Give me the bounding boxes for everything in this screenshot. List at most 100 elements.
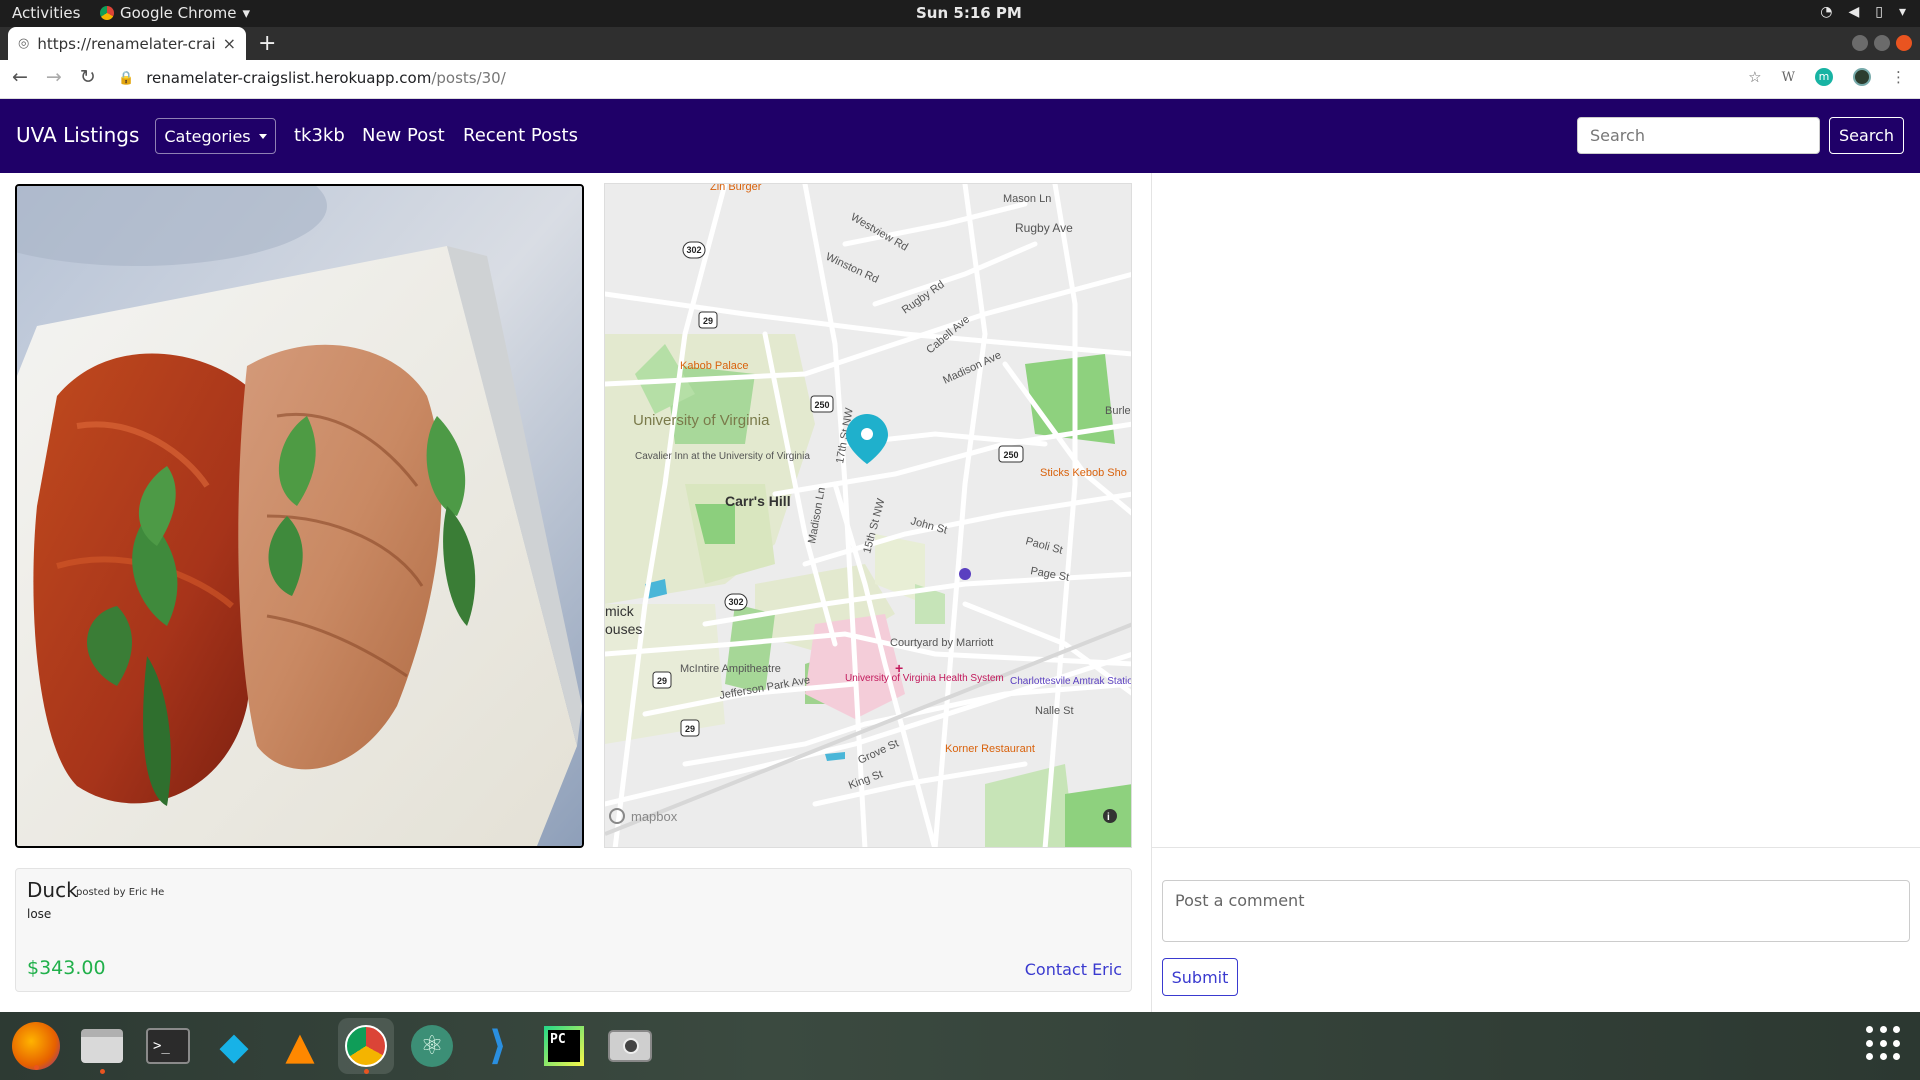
sidebar-divider — [1151, 173, 1152, 1012]
comment-input[interactable] — [1162, 880, 1910, 942]
submit-comment-button[interactable]: Submit — [1162, 958, 1238, 996]
chevron-down-icon: ▾ — [242, 4, 251, 22]
url-host: renamelater-craigslist.herokuapp.com — [146, 69, 432, 87]
listing-photo — [15, 184, 584, 848]
map-label-houses: ouses — [605, 621, 642, 637]
chevron-down-icon: ▾ — [1898, 4, 1906, 20]
brand-link[interactable]: UVA Listings — [16, 123, 139, 147]
nav-link-recent-posts[interactable]: Recent Posts — [463, 125, 578, 146]
map-label-kabob-palace: Kabob Palace — [680, 360, 749, 372]
hospital-icon: + — [895, 660, 903, 676]
listing-description: lose — [27, 907, 52, 921]
app-menu[interactable]: Google Chrome ▾ — [100, 4, 250, 22]
window-controls — [1852, 35, 1912, 51]
browser-nav: ← → ↻ — [12, 66, 96, 88]
listing-title: Duck — [27, 878, 78, 902]
wifi-icon: ◔ — [1820, 4, 1833, 20]
clock[interactable]: Sun 5:16 PM — [916, 4, 1022, 22]
route-shield-29-bus: 29 — [685, 724, 695, 734]
map-canvas[interactable]: 302 29 250 250 302 29 29 Zin Burger Maso… — [605, 184, 1132, 848]
map-label-uva-health: University of Virginia Health System — [845, 673, 1004, 684]
route-shield-302-south: 302 — [728, 597, 743, 607]
map-label-korner: Korner Restaurant — [945, 743, 1035, 755]
url-field[interactable]: 🔒 renamelater-craigslist.herokuapp.com/p… — [118, 69, 506, 87]
route-shield-302: 302 — [686, 245, 701, 255]
battery-icon: ▯ — [1875, 4, 1883, 20]
chrome-icon[interactable] — [338, 1018, 394, 1074]
activities-button[interactable]: Activities — [12, 4, 80, 22]
listing-card: Duck posted by Eric He lose $343.00 Cont… — [15, 868, 1132, 992]
duck-dish-image — [17, 186, 582, 846]
map-label-university: University of Virginia — [633, 412, 770, 429]
kebab-menu-icon[interactable]: ⋮ — [1891, 68, 1906, 86]
atom-icon[interactable]: ⚛ — [404, 1018, 460, 1074]
minimize-icon[interactable] — [1852, 35, 1868, 51]
app-name: Google Chrome — [120, 4, 237, 22]
info-icon[interactable] — [1103, 809, 1117, 823]
globe-icon: ◎ — [18, 36, 30, 51]
nav-link-new-post[interactable]: New Post — [362, 125, 445, 146]
listing-byline: posted by Eric He — [76, 887, 165, 898]
map-label-sticks: Sticks Kebob Sho — [1040, 467, 1127, 479]
map-label-zin-burger: Zin Burger — [710, 184, 762, 193]
address-bar: ← → ↻ 🔒 renamelater-craigslist.herokuapp… — [0, 60, 1920, 99]
map-label-nalle-st: Nalle St — [1035, 705, 1074, 717]
map-label-mapbox: mapbox — [631, 809, 678, 824]
map-label-cavalier-inn: Cavalier Inn at the University of Virgin… — [635, 451, 810, 462]
browser-tab[interactable]: ◎ https://renamelater-craig × — [8, 27, 246, 60]
site-navbar: UVA Listings Categories tk3kb New Post R… — [0, 99, 1920, 173]
reload-icon[interactable]: ↻ — [80, 66, 96, 88]
kodi-icon[interactable]: ◆ — [206, 1018, 262, 1074]
chrome-icon — [100, 6, 114, 20]
os-dock: >_ ◆ ▲ ⚛ ⟩ PC — [0, 1012, 1920, 1080]
profile-avatar[interactable] — [1853, 68, 1871, 86]
firefox-icon[interactable] — [12, 1022, 60, 1070]
os-top-bar: Activities Google Chrome ▾ Sun 5:16 PM ◔… — [0, 0, 1920, 27]
new-tab-icon[interactable]: + — [258, 31, 276, 56]
route-shield-29-south: 29 — [657, 676, 667, 686]
browser-actions: ☆ W m ⋮ — [1748, 68, 1906, 86]
show-applications-icon[interactable] — [1866, 1026, 1902, 1062]
lock-icon[interactable]: 🔒 — [118, 71, 134, 86]
categories-label: Categories — [164, 126, 251, 146]
map-label-burley: Burle — [1105, 405, 1131, 417]
m-extension-icon[interactable]: m — [1815, 68, 1833, 86]
close-icon[interactable]: × — [223, 34, 236, 53]
nav-link-user[interactable]: tk3kb — [294, 125, 345, 146]
files-icon[interactable] — [74, 1018, 130, 1074]
volume-icon: ◀ — [1848, 4, 1860, 20]
wikipedia-extension-icon[interactable]: W — [1782, 70, 1795, 85]
back-icon[interactable]: ← — [12, 66, 28, 88]
route-shield-29: 29 — [703, 316, 713, 326]
caret-down-icon — [258, 133, 267, 139]
train-station-icon — [959, 568, 971, 580]
pycharm-icon[interactable]: PC — [536, 1018, 592, 1074]
maximize-icon[interactable] — [1874, 35, 1890, 51]
screenshot-icon[interactable] — [602, 1018, 658, 1074]
route-shield-250-east: 250 — [1003, 450, 1018, 460]
tab-strip: ◎ https://renamelater-craig × + — [0, 27, 1920, 60]
map-label-mason-ln: Mason Ln — [1003, 193, 1051, 205]
vlc-icon[interactable]: ▲ — [272, 1018, 328, 1074]
categories-dropdown[interactable]: Categories — [155, 118, 276, 154]
location-map[interactable]: 302 29 250 250 302 29 29 Zin Burger Maso… — [604, 183, 1132, 848]
map-label-mcintire: McIntire Ampitheatre — [680, 663, 781, 675]
close-window-icon[interactable] — [1896, 35, 1912, 51]
tab-title: https://renamelater-craig — [37, 34, 215, 53]
vscode-icon[interactable]: ⟩ — [470, 1018, 526, 1074]
search-button[interactable]: Search — [1829, 117, 1904, 154]
map-label-carrs-hill: Carr's Hill — [725, 493, 791, 509]
star-icon[interactable]: ☆ — [1748, 68, 1761, 86]
contact-seller-link[interactable]: Contact Eric — [1025, 960, 1122, 979]
comments-divider — [1151, 847, 1920, 848]
search-input[interactable] — [1577, 117, 1820, 154]
svg-text:i: i — [1107, 812, 1110, 823]
system-tray[interactable]: ◔ ◀ ▯ ▾ — [1820, 4, 1906, 20]
terminal-icon[interactable]: >_ — [140, 1018, 196, 1074]
url-path: /posts/30/ — [431, 69, 506, 87]
page-content: 302 29 250 250 302 29 29 Zin Burger Maso… — [0, 173, 1920, 1012]
forward-icon[interactable]: → — [46, 66, 62, 88]
route-shield-250: 250 — [814, 400, 829, 410]
listing-price: $343.00 — [27, 957, 106, 979]
web-page: UVA Listings Categories tk3kb New Post R… — [0, 99, 1920, 1012]
